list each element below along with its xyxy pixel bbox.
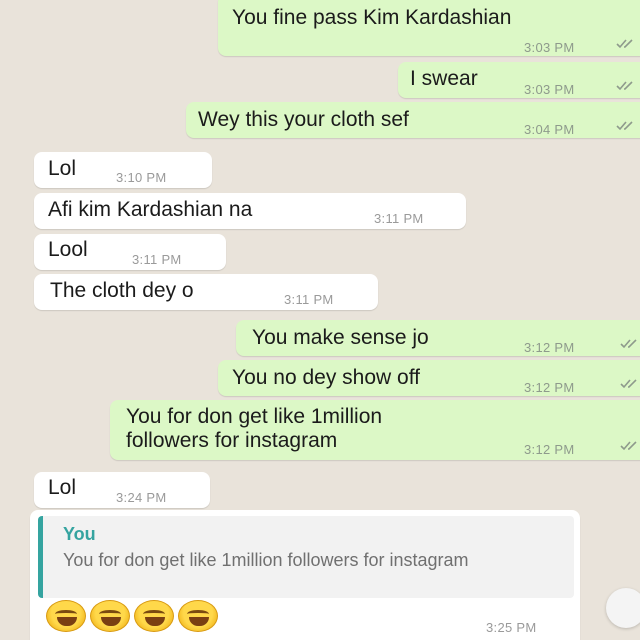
quote-author: You (63, 524, 96, 544)
incoming-message[interactable]: The cloth dey o 3:11 PM (34, 274, 378, 310)
read-tick-icon (620, 338, 640, 350)
read-tick-icon (616, 38, 636, 50)
message-text: You for don get like 1million (126, 405, 383, 428)
message-text: I swear (410, 67, 478, 90)
read-tick-icon (616, 80, 636, 92)
message-time: 3:11 PM (374, 211, 424, 226)
quoted-message[interactable]: You You for don get like 1million follow… (38, 516, 574, 598)
message-text: Afi kim Kardashian na (48, 198, 253, 221)
read-tick-icon (620, 440, 640, 452)
incoming-message[interactable]: Lool 3:11 PM (34, 234, 226, 270)
message-time: 3:03 PM (524, 82, 575, 97)
message-time: 3:12 PM (524, 442, 575, 457)
message-time: 3:12 PM (524, 380, 575, 395)
message-text: The cloth dey o (50, 279, 194, 302)
scroll-down-button[interactable] (606, 588, 640, 628)
message-text: Lol (48, 476, 77, 499)
rolling-laughing-emoji-icon (134, 600, 174, 632)
message-time: 3:24 PM (116, 490, 167, 505)
rolling-laughing-emoji-icon (178, 600, 218, 632)
message-text: You fine pass Kim Kardashian (232, 6, 512, 29)
read-tick-icon (620, 378, 640, 390)
message-text: You make sense jo (252, 326, 429, 349)
outgoing-message[interactable]: You make sense jo 3:12 PM (236, 320, 640, 356)
message-time: 3:04 PM (524, 122, 575, 137)
message-text: Lool (48, 238, 88, 261)
outgoing-message[interactable]: Wey this your cloth sef 3:04 PM (186, 102, 640, 138)
read-tick-icon (616, 120, 636, 132)
message-time: 3:25 PM (486, 620, 537, 635)
outgoing-message[interactable]: You fine pass Kim Kardashian 3:03 PM (218, 0, 640, 56)
outgoing-message[interactable]: I swear 3:03 PM (398, 62, 640, 98)
message-time: 3:10 PM (116, 170, 167, 185)
message-time: 3:11 PM (284, 292, 334, 307)
outgoing-message[interactable]: You for don get like 1million followers … (110, 400, 640, 460)
emoji-row (46, 600, 218, 632)
message-text: Lol (48, 157, 77, 180)
chat-area: You fine pass Kim Kardashian 3:03 PM I s… (0, 0, 640, 640)
rolling-laughing-emoji-icon (90, 600, 130, 632)
incoming-message[interactable]: Lol 3:24 PM (34, 472, 210, 508)
incoming-message[interactable]: Lol 3:10 PM (34, 152, 212, 188)
outgoing-message[interactable]: You no dey show off 3:12 PM (218, 360, 640, 396)
message-text: You no dey show off (232, 366, 420, 389)
message-text: Wey this your cloth sef (198, 108, 409, 131)
quote-text: You for don get like 1million followers … (63, 550, 469, 570)
rolling-laughing-emoji-icon (46, 600, 86, 632)
incoming-message[interactable]: Afi kim Kardashian na 3:11 PM (34, 193, 466, 229)
message-text: followers for instagram (126, 429, 338, 452)
message-time: 3:03 PM (524, 40, 575, 55)
message-time: 3:12 PM (524, 340, 575, 355)
message-time: 3:11 PM (132, 252, 182, 267)
